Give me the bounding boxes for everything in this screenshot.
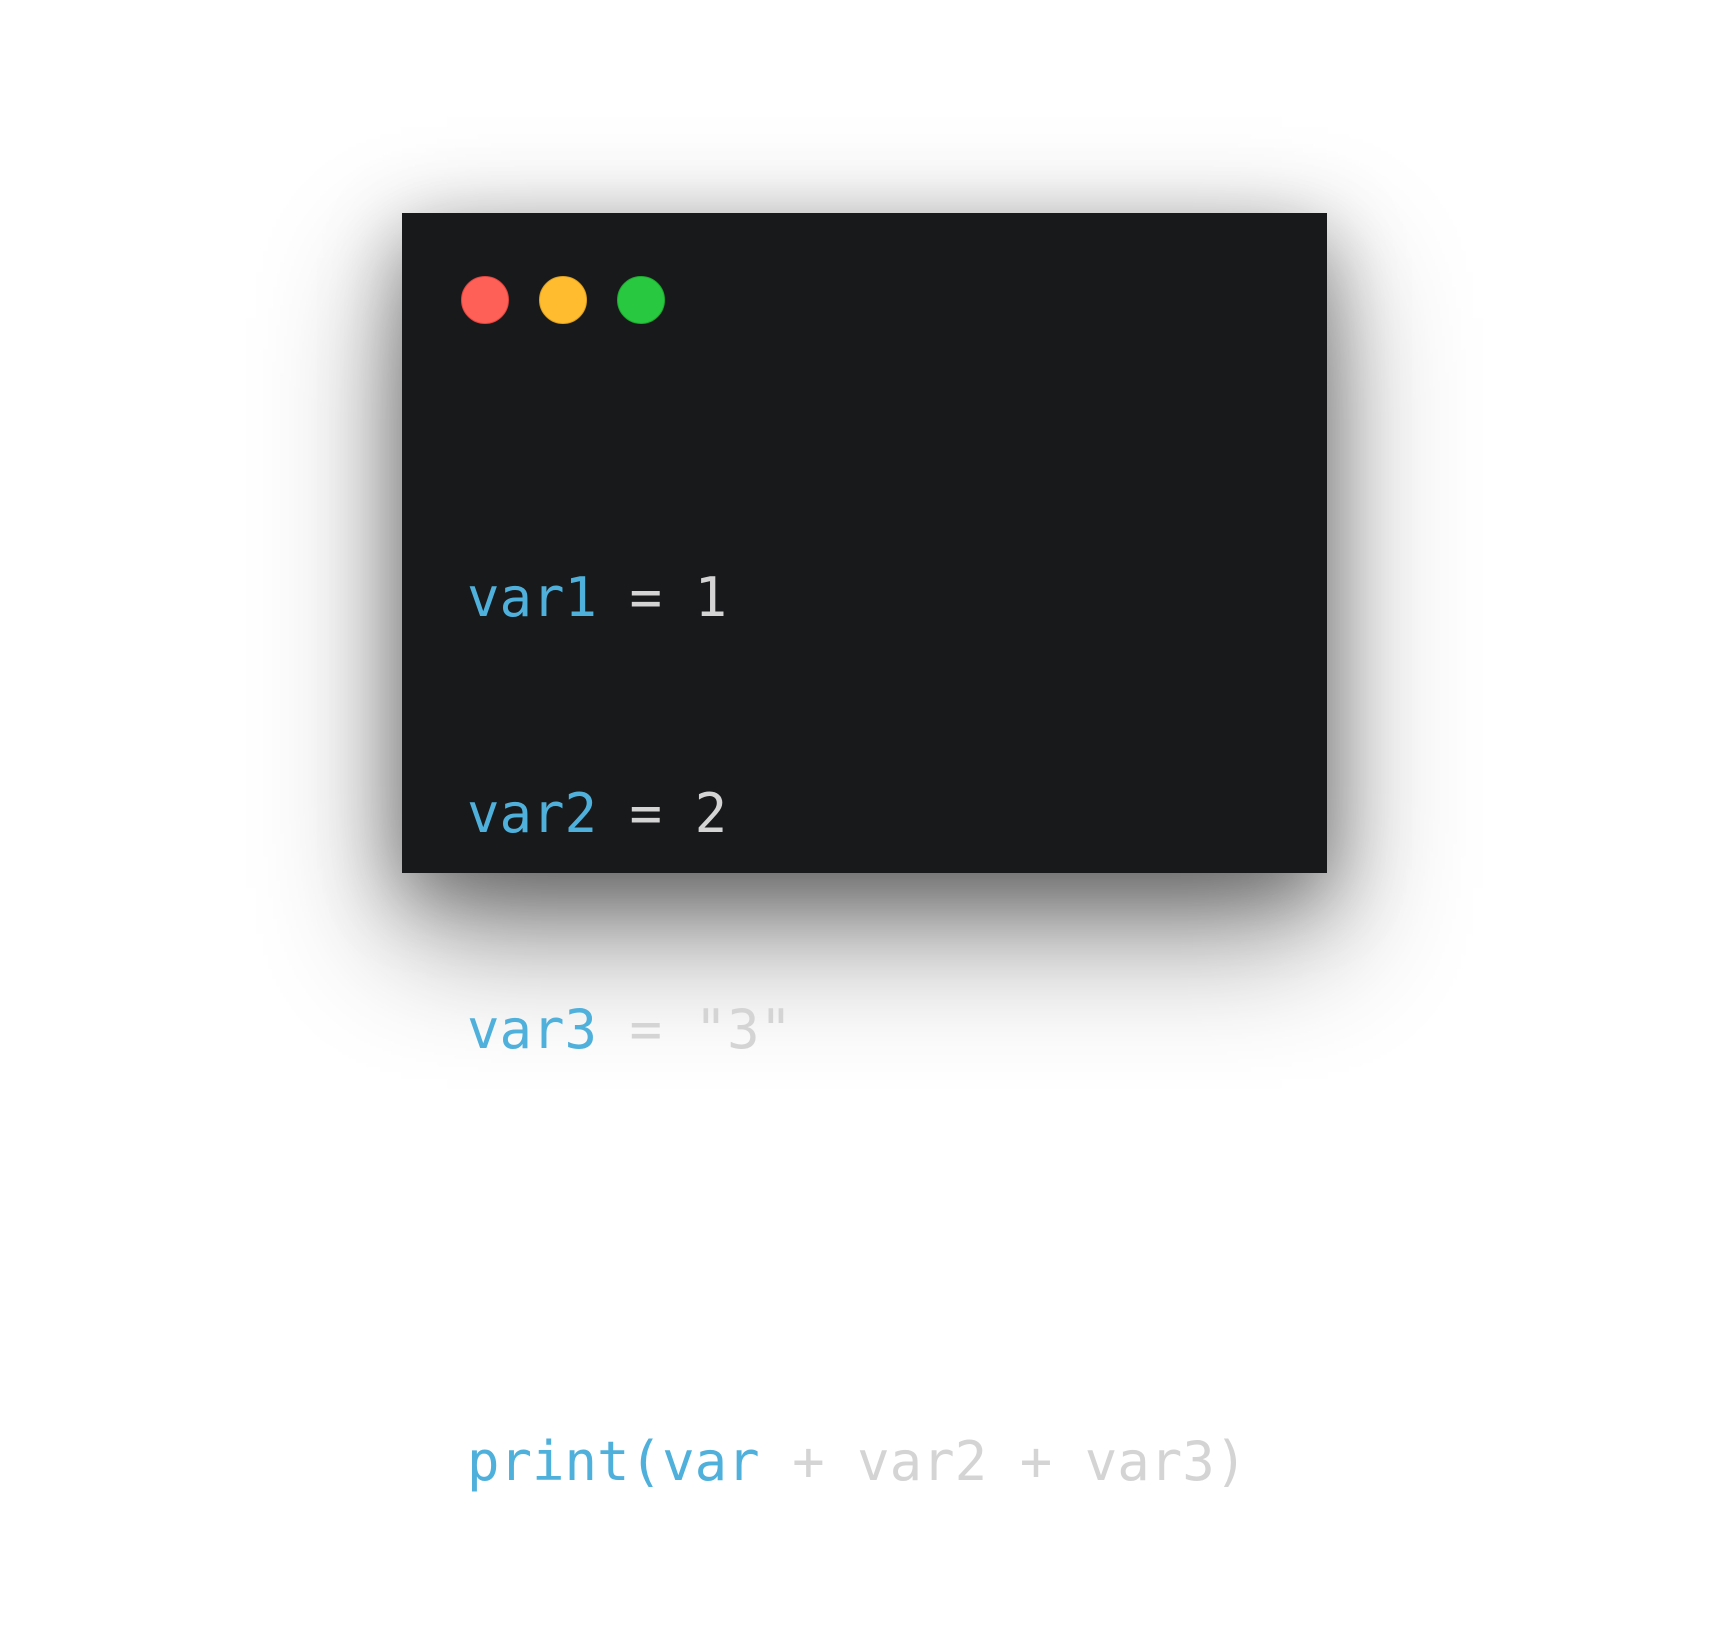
code-block: var1 = 1 var2 = 2 var3 = "3" print(var +… [467,418,1247,1642]
code-window: var1 = 1 var2 = 2 var3 = "3" print(var +… [402,213,1327,1493]
minimize-icon[interactable] [539,276,587,324]
code-token: = "3" [597,998,793,1061]
code-line-empty [467,1210,1247,1282]
code-token: = 1 [597,566,728,629]
close-icon[interactable] [461,276,509,324]
code-line: var1 = 1 [467,562,1247,634]
code-token: var3 [467,998,598,1061]
window-controls [461,276,665,328]
code-token: = 2 [597,782,728,845]
code-token: var2 [467,782,598,845]
code-token: + var2 + var3) [759,1430,1248,1493]
maximize-icon[interactable] [617,276,665,324]
code-line: var3 = "3" [467,994,1247,1066]
code-token: var1 [467,566,598,629]
code-line: var2 = 2 [467,778,1247,850]
code-line: print(var + var2 + var3) [467,1426,1247,1498]
code-token: print(var [467,1430,760,1493]
